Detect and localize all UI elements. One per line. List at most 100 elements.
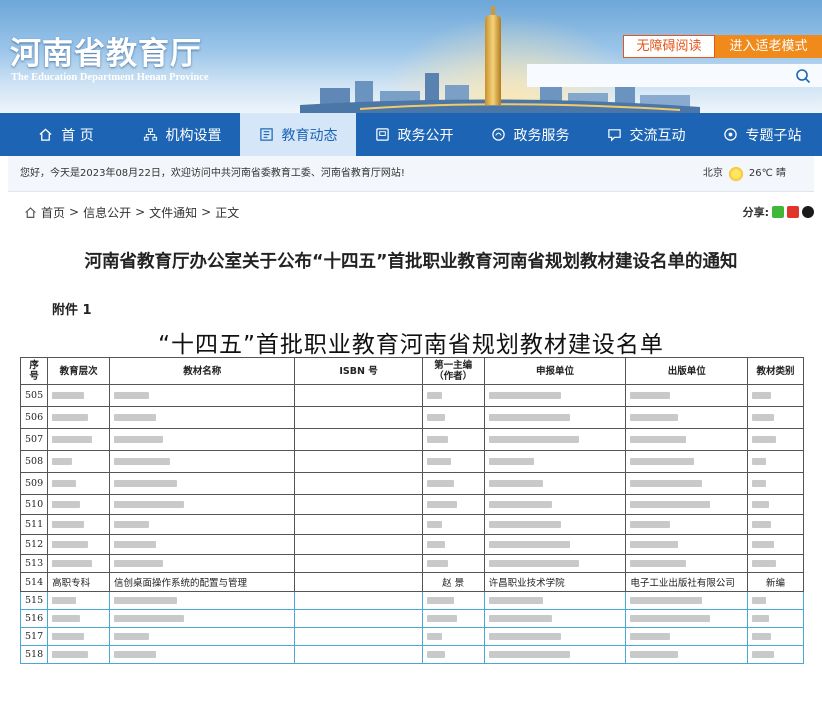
redacted-text (426, 560, 448, 567)
cell-no: 511 (19, 514, 49, 535)
redacted-text (752, 480, 767, 487)
blurred-cell (421, 384, 485, 407)
redacted-text (630, 458, 695, 465)
blurred-cell (47, 384, 111, 407)
blurred-cell (109, 554, 296, 573)
weibo-share-icon[interactable] (787, 206, 799, 218)
blurred-cell (47, 609, 111, 628)
col-header-name: 教材名称 (109, 357, 296, 385)
blurred-cell (109, 450, 296, 473)
elder-mode-button[interactable]: 进入适老模式 (715, 35, 822, 58)
cell-no: 509 (19, 472, 49, 495)
redacted-text (488, 651, 570, 658)
blurred-cell (109, 627, 296, 646)
welcome-bar: 您好，今天是2023年08月22日，欢迎访问中共河南省委教育工委、河南省教育厅网… (8, 156, 814, 192)
redacted-text (52, 392, 85, 399)
redacted-text (426, 597, 454, 604)
blurred-cell (747, 384, 804, 407)
share-label: 分享: (742, 206, 769, 219)
search-icon[interactable] (795, 68, 811, 84)
blurred-cell (625, 645, 749, 664)
table-header-row: 序号 教育层次 教材名称 ISBN 号 第一主编（作者） 申报单位 出版单位 教… (19, 357, 804, 385)
cell-no: 515 (19, 591, 49, 610)
blurred-cell (483, 428, 627, 451)
redacted-text (114, 436, 164, 443)
redacted-text (426, 458, 451, 465)
article-title: 河南省教育厅办公室关于公布“十四五”首批职业教育河南省规划教材建设名单的通知 (84, 252, 738, 272)
site-logo-title[interactable]: 河南省教育厅 (10, 28, 202, 73)
breadcrumb-separator: > (69, 205, 80, 219)
table-row: 511 (19, 514, 804, 535)
blurred-cell (421, 645, 485, 664)
nav-item-home[interactable]: 首 页 (8, 113, 124, 156)
col-header-level: 教育层次 (47, 357, 111, 385)
redacted-text (488, 615, 552, 622)
redacted-text (488, 541, 570, 548)
redacted-text (630, 633, 671, 640)
chat-icon (607, 129, 621, 142)
blurred-cell (421, 534, 485, 555)
welcome-text: 您好，今天是2023年08月22日，欢迎访问中共河南省委教育工委、河南省教育厅网… (20, 168, 405, 179)
nav-item-news[interactable]: 教育动态 (240, 113, 356, 156)
blurred-cell (421, 591, 485, 610)
blurred-cell (109, 609, 296, 628)
blurred-cell (294, 534, 423, 555)
site-logo-subtitle: The Education Department Henan Province (11, 72, 209, 83)
nav-item-gov-service[interactable]: 政务服务 (472, 113, 588, 156)
redacted-text (52, 521, 85, 528)
redacted-text (426, 541, 445, 548)
breadcrumb-separator: > (201, 205, 212, 219)
nav-item-interaction[interactable]: 交流互动 (588, 113, 704, 156)
table-row: 505 (19, 384, 804, 407)
nav-item-topics[interactable]: 专题子站 (704, 113, 820, 156)
table-row: 506 (19, 406, 804, 429)
redacted-text (630, 501, 711, 508)
nav-item-gov-affairs[interactable]: 政务公开 (356, 113, 472, 156)
table-row: 517 (19, 627, 804, 646)
blurred-cell (109, 591, 296, 610)
breadcrumb-info[interactable]: 信息公开 (83, 204, 131, 221)
nav-label: 教育动态 (281, 127, 338, 144)
blurred-cell (294, 514, 423, 535)
blurred-cell (47, 514, 111, 535)
blurred-cell (625, 406, 749, 429)
blurred-cell (625, 384, 749, 407)
weather-city: 北京 (702, 168, 723, 179)
breadcrumb-home[interactable]: 首页 (41, 204, 65, 221)
nav-label: 政务服务 (513, 127, 570, 144)
redacted-text (630, 436, 687, 443)
nav-item-org[interactable]: 机构设置 (124, 113, 240, 156)
table-row: 513 (19, 554, 804, 573)
list-title: “十四五”首批职业教育河南省规划教材建设名单 (158, 332, 664, 358)
blurred-cell (421, 450, 485, 473)
search-input[interactable] (527, 64, 822, 87)
table-row: 512 (19, 534, 804, 555)
blurred-cell (47, 494, 111, 515)
cell-publisher: 电子工业出版社有限公司 (625, 572, 749, 592)
cell-name: 信创桌面操作系统的配置与管理 (109, 572, 296, 592)
blurred-cell (109, 514, 296, 535)
cell-no: 510 (19, 494, 49, 515)
redacted-text (52, 651, 89, 658)
redacted-text (630, 651, 679, 658)
table-row: 516 (19, 609, 804, 628)
blurred-cell (747, 554, 804, 573)
table-row: 507 (19, 428, 804, 451)
blurred-cell (625, 514, 749, 535)
redacted-text (630, 521, 671, 528)
qq-share-icon[interactable] (802, 206, 814, 218)
redacted-text (752, 541, 774, 548)
wechat-share-icon[interactable] (772, 206, 784, 218)
redacted-text (752, 633, 772, 640)
accessibility-button[interactable]: 无障碍阅读 (623, 35, 715, 58)
cell-isbn (294, 572, 423, 592)
blurred-cell (483, 591, 627, 610)
blurred-cell (294, 554, 423, 573)
breadcrumb-notices[interactable]: 文件通知 (149, 204, 197, 221)
redacted-text (114, 392, 150, 399)
blurred-cell (483, 627, 627, 646)
redacted-text (52, 633, 85, 640)
blurred-cell (747, 450, 804, 473)
blurred-cell (483, 406, 627, 429)
redacted-text (114, 501, 185, 508)
